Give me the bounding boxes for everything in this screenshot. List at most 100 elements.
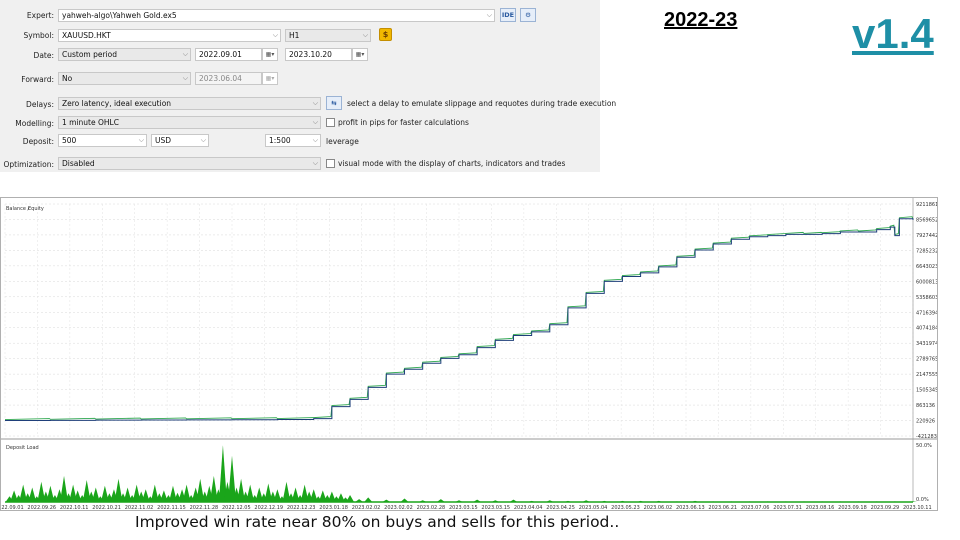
load-title: Deposit Load [6,445,39,451]
forward-value: No [62,74,73,83]
x-tick-label: 2023.09.29 [871,505,900,510]
modelling-select[interactable]: 1 minute OHLC ⌵ [58,116,321,129]
optimization-select[interactable]: Disabled ⌵ [58,157,321,170]
y-tick-label: 5358603 [916,295,937,301]
caption-text: Improved win rate near 80% on buys and s… [135,513,620,531]
expert-select[interactable]: yahweh-algo\Yahweh Gold.ex5 ⌵ [58,9,495,22]
forward-label: Forward: [21,75,54,84]
x-tick-label: 2022.10.11 [60,505,89,510]
x-tick-label: 2022.12.23 [287,505,316,510]
x-tick-label: 2023.09.18 [838,505,867,510]
load-tick-label: 0.0% [916,497,929,503]
x-tick-label: 2023.06.13 [676,505,705,510]
x-tick-label: 2022.11.28 [190,505,219,510]
y-tick-label: 863136 [916,403,935,409]
x-tick-label: 2023.04.25 [546,505,575,510]
date-mode-select[interactable]: Custom period ⌵ [58,48,191,61]
ide-button[interactable]: IDE [500,8,516,22]
delays-hint: select a delay to emulate slippage and r… [347,99,617,108]
x-tick-label: 2023.02.02 [352,505,381,510]
date-label: Date: [33,51,54,60]
date-from-input[interactable]: 2022.09.01 [195,48,262,61]
chevron-down-icon: ⌵ [138,136,144,144]
y-tick-label: 9211861 [916,202,937,208]
legend-equity: Equity [28,206,44,212]
delays-select[interactable]: Zero latency, ideal execution ⌵ [58,97,321,110]
chevron-down-icon: ⌵ [200,136,206,144]
modelling-value: 1 minute OHLC [62,118,119,127]
x-tick-label: 2023.08.16 [806,505,835,510]
symbol-properties-icon[interactable]: $ [379,28,392,41]
calendar-icon[interactable]: ▦▾ [262,48,278,61]
x-tick-label: 2023.06.21 [708,505,737,510]
visual-mode-checkbox[interactable] [326,159,335,168]
x-tick-label: 2023.07.31 [773,505,802,510]
x-tick-label: 2022.10.21 [92,505,121,510]
modelling-label: Modelling: [15,119,54,128]
version-heading: v1.4 [852,10,934,57]
x-tick-label: 2023.02.28 [417,505,446,510]
x-tick-label: 2023.02.02 [384,505,413,510]
delay-settings-icon[interactable]: ⇆ [326,96,342,110]
tester-settings-panel: Expert: yahweh-algo\Yahweh Gold.ex5 ⌵ IDE… [0,0,616,172]
date-from-value: 2022.09.01 [199,50,242,59]
delays-label: Delays: [26,100,54,109]
leverage-select[interactable]: 1:500 ⌵ [265,134,321,147]
calendar-icon: ▦▾ [262,72,278,85]
y-tick-label: 6000813 [916,279,937,285]
y-tick-label: 7927442 [916,233,937,239]
currency-select[interactable]: USD ⌵ [151,134,209,147]
y-tick-label: 2147555 [916,372,937,378]
chevron-down-icon: ⌵ [312,159,318,167]
date-to-input[interactable]: 2023.10.20 [285,48,352,61]
balance-equity-chart: 9211861 8569652 7927442 7285232 6643023 60008… [0,197,938,511]
optimization-label: Optimization: [3,160,54,169]
x-tick-label: 2022.09.01 [1,505,24,510]
deposit-input[interactable]: 500 ⌵ [58,134,147,147]
x-tick-label: 2023.05.04 [579,505,608,510]
delays-value: Zero latency, ideal execution [62,99,172,108]
chevron-down-icon: ⌵ [312,136,318,144]
x-tick-label: 2023.01.18 [319,505,348,510]
x-tick-label: 2023.03.15 [449,505,478,510]
symbol-select[interactable]: XAUUSD.HKT ⌵ [58,29,281,42]
y-tick-label: 8569652 [916,217,937,223]
y-tick-label: 6643023 [916,264,937,270]
x-tick-label: 2023.10.11 [903,505,932,510]
x-tick-label: 2022.12.05 [222,505,251,510]
x-tick-label: 2022.11.02 [125,505,154,510]
deposit-value: 500 [62,136,77,145]
chevron-down-icon: ⌵ [486,11,492,19]
chevron-down-icon: ⌵ [312,99,318,107]
symbol-value: XAUUSD.HKT [62,31,111,40]
load-tick-label: 50.0% [916,443,932,449]
calendar-icon[interactable]: ▦▾ [352,48,368,61]
profit-in-pips-checkbox[interactable] [326,118,335,127]
forward-select[interactable]: No ⌵ [58,72,191,85]
y-tick-label: 220926 [916,419,935,425]
x-tick-label: 2023.06.02 [644,505,673,510]
expert-label: Expert: [26,11,54,20]
chevron-down-icon: ⌵ [312,118,318,126]
chevron-down-icon: ⌵ [182,50,188,58]
y-tick-label: 1505345 [916,388,937,394]
gear-icon[interactable]: ⚙ [520,8,536,22]
y-tick-label: 4716394 [916,310,937,316]
x-tick-label: 2022.12.19 [254,505,283,510]
y-tick-label: 2789765 [916,357,937,363]
expert-value: yahweh-algo\Yahweh Gold.ex5 [62,11,177,20]
period-heading: 2022-23 [664,9,738,31]
leverage-label: leverage [326,137,359,146]
y-tick-label: 3431974 [916,341,937,347]
optimization-value: Disabled [62,159,95,168]
timeframe-select[interactable]: H1 ⌵ [285,29,371,42]
x-tick-label: 2022.11.15 [157,505,186,510]
deposit-label: Deposit: [22,137,54,146]
load-spike [346,495,355,502]
leverage-value: 1:500 [269,136,291,145]
chevron-down-icon: ⌵ [272,31,278,39]
date-mode-value: Custom period [62,50,118,59]
chevron-down-icon: ⌵ [362,31,368,39]
symbol-label: Symbol: [23,31,54,40]
y-tick-label: 7285232 [916,248,937,254]
